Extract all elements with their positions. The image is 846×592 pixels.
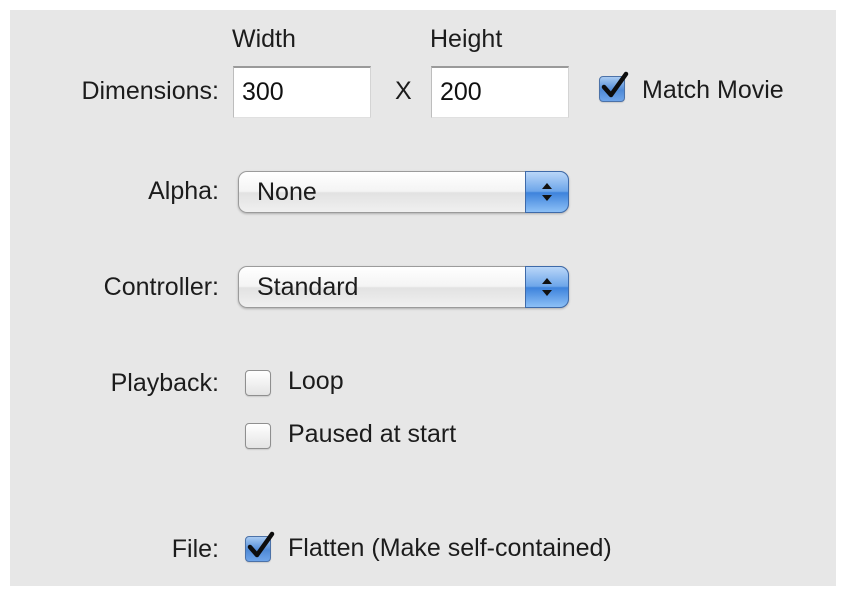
paused-at-start-checkbox[interactable] — [245, 423, 271, 449]
chevron-up-down-icon — [542, 278, 552, 296]
match-movie-checkbox[interactable] — [599, 71, 629, 102]
alpha-popup-arrows[interactable] — [525, 171, 569, 213]
checkmark-icon — [601, 71, 629, 98]
loop-label: Loop — [288, 367, 344, 395]
flatten-checkbox[interactable] — [245, 531, 275, 562]
dimensions-label: Dimensions: — [81, 77, 219, 105]
dimension-separator: X — [395, 77, 412, 105]
height-column-header: Height — [430, 25, 503, 53]
width-field[interactable]: 300 — [233, 66, 371, 118]
loop-checkbox[interactable] — [245, 370, 271, 396]
paused-at-start-label: Paused at start — [288, 420, 457, 448]
export-settings-panel: Width Height Dimensions: 300 X 200 Match… — [10, 10, 836, 586]
alpha-popup[interactable]: None — [238, 171, 569, 213]
checkmark-icon — [247, 531, 275, 558]
height-field[interactable]: 200 — [431, 66, 569, 118]
chevron-up-down-icon — [542, 183, 552, 201]
width-column-header: Width — [232, 25, 296, 53]
alpha-label: Alpha: — [148, 177, 219, 205]
file-label: File: — [171, 535, 219, 563]
controller-popup-value: Standard — [257, 273, 359, 301]
flatten-label: Flatten (Make self-contained) — [288, 534, 612, 562]
match-movie-label: Match Movie — [642, 76, 784, 104]
controller-popup[interactable]: Standard — [238, 266, 569, 308]
controller-label: Controller: — [103, 273, 219, 301]
controller-popup-arrows[interactable] — [525, 266, 569, 308]
alpha-popup-value: None — [257, 178, 317, 206]
playback-label: Playback: — [110, 369, 219, 397]
